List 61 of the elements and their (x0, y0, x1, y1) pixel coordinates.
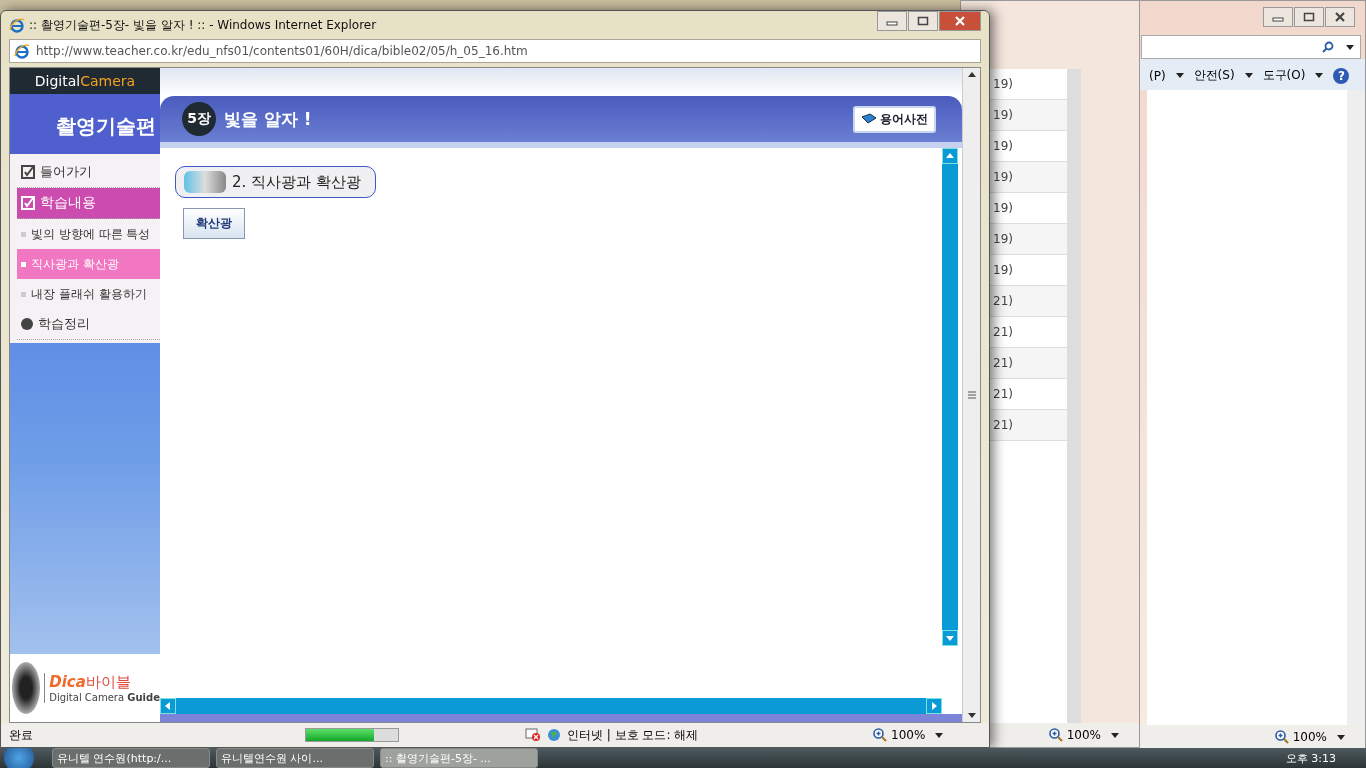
globe-icon (547, 728, 561, 742)
security-zone: 인터넷 | 보호 모드: 해제 (567, 726, 700, 744)
bullet-icon (21, 231, 26, 237)
caret-icon[interactable] (1111, 732, 1119, 738)
search-icon[interactable] (1322, 41, 1334, 53)
caret-icon[interactable] (935, 732, 944, 738)
search-field[interactable] (1141, 35, 1361, 59)
taskbar-button[interactable]: 유니텔연수원 사이... (216, 748, 374, 768)
scrollbar[interactable] (160, 698, 942, 714)
help-icon[interactable]: ? (1333, 67, 1350, 84)
zoom-level[interactable]: 100% (1066, 728, 1101, 742)
caret-icon[interactable] (1346, 44, 1354, 50)
browser-logo-icon (14, 43, 30, 59)
brand-logo: DigitalCamera (10, 68, 160, 94)
maximize-icon[interactable] (1303, 12, 1315, 22)
taskbar-button[interactable]: 유니텔 연수원(http:/... (52, 748, 210, 768)
footer-logo: Dica바이블 Digital Camera Guide (10, 654, 160, 722)
close-button[interactable] (1325, 7, 1355, 27)
maximize-button[interactable] (1294, 7, 1324, 27)
chapter-title: 빛을 알자 ! (224, 107, 312, 131)
nav-item[interactable]: 학습내용 (17, 188, 160, 219)
clock: 오후 3:13 (1285, 750, 1337, 766)
magnifier-icon[interactable] (1274, 730, 1289, 744)
status-text: 완료 (9, 726, 34, 744)
window-title: :: 촬영기술편-5장- 빛을 알자 ! :: - Windows Internet Explorer (29, 16, 377, 34)
browser-logo-icon (9, 17, 25, 33)
tab-button[interactable]: 확산광 (183, 208, 245, 239)
close-icon[interactable] (1334, 12, 1346, 22)
scroll-left-icon[interactable] (160, 698, 176, 714)
checkbox-icon (21, 196, 35, 210)
caret-icon[interactable] (1244, 73, 1253, 78)
caret-icon[interactable] (1337, 734, 1345, 740)
nav-item[interactable]: 내장 플래쉬 활용하기 (17, 279, 160, 309)
chapter-badge: 5장 (182, 102, 216, 136)
maximize-icon[interactable] (917, 16, 929, 26)
bullet-icon (21, 261, 26, 267)
bullet-icon (21, 291, 26, 297)
magnifier-icon[interactable] (873, 728, 887, 742)
magnifier-icon[interactable] (1048, 728, 1063, 742)
zoom-level[interactable]: 100% (891, 728, 926, 742)
checkbox-icon (21, 165, 35, 179)
nav-item[interactable]: 학습정리 (17, 309, 160, 340)
blocked-popup-icon[interactable] (525, 728, 541, 742)
scroll-down-icon[interactable] (967, 713, 976, 718)
menu-item[interactable]: 도구(O) (1262, 67, 1306, 84)
menu-item[interactable]: 안전(S) (1193, 67, 1235, 84)
zoom-level[interactable]: 100% (1292, 730, 1327, 744)
glossary-button[interactable]: 용어사전 (853, 105, 936, 133)
address-field[interactable]: http://www.teacher.co.kr/edu_nfs01/contents01/60H/dica/bible02/05/h_05_16.htm (9, 39, 981, 63)
caret-icon[interactable] (1315, 73, 1324, 78)
lesson-title: 2. 직사광과 확산광 (175, 166, 376, 198)
maximize-button[interactable] (908, 11, 938, 31)
scroll-right-icon[interactable] (926, 698, 942, 714)
caret-icon[interactable] (1175, 73, 1184, 78)
section-title: 촬영기술편 (10, 94, 160, 154)
menu-item[interactable]: (P) (1149, 68, 1166, 83)
scroll-up-icon[interactable] (967, 72, 976, 77)
close-button[interactable] (939, 11, 981, 31)
nav-item[interactable]: 빛의 방향에 따른 특성 (17, 219, 160, 249)
scrollbar[interactable] (962, 68, 980, 722)
grip-icon[interactable] (967, 391, 976, 399)
